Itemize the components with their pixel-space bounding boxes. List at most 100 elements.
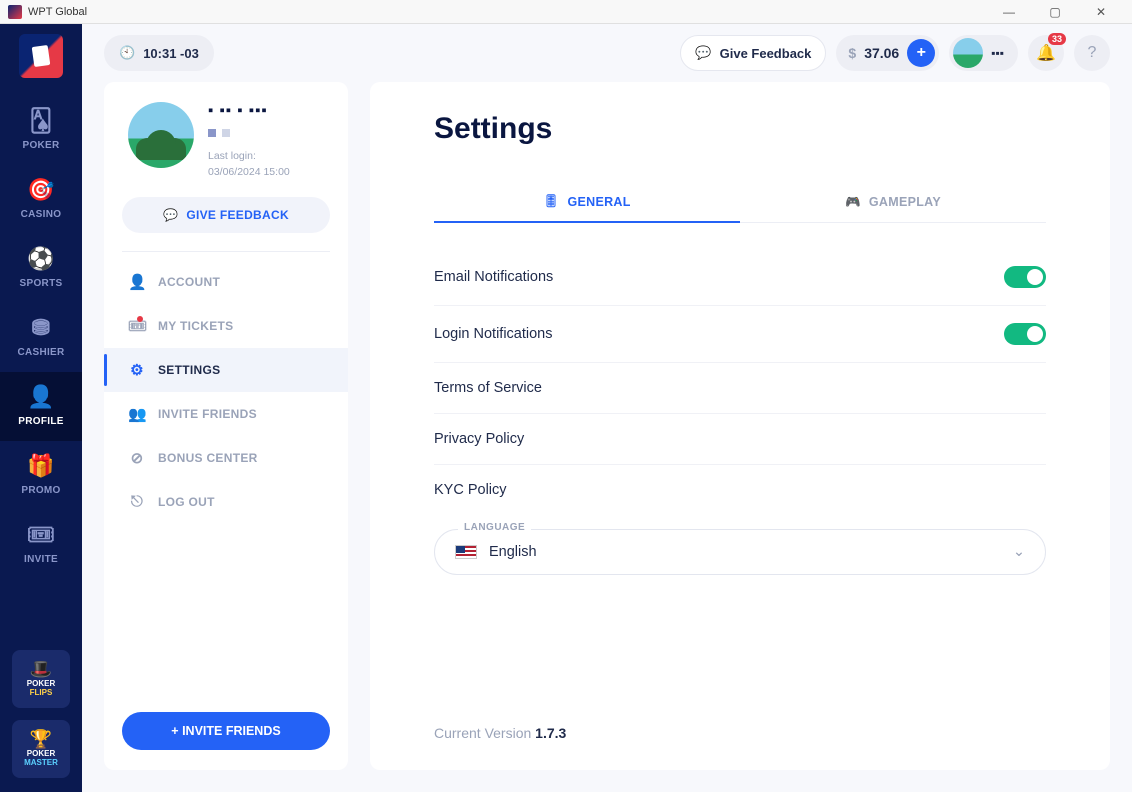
- logout-icon: ⎋: [128, 493, 146, 510]
- dollar-icon: $: [848, 45, 856, 61]
- dot[interactable]: [222, 129, 230, 137]
- menu-account[interactable]: 👤 ACCOUNT: [104, 260, 348, 304]
- chip-icon: 🎯: [0, 177, 82, 203]
- dot[interactable]: [208, 129, 216, 137]
- nav-profile[interactable]: 👤 PROFILE: [0, 372, 82, 441]
- nav-cashier[interactable]: ⛃ CASHIER: [0, 303, 82, 372]
- nav-poker[interactable]: 🂡 POKER: [0, 96, 82, 165]
- row-login-notifications: Login Notifications: [434, 306, 1046, 363]
- setting-label: KYC Policy: [434, 482, 507, 498]
- user-icon: 👤: [0, 384, 82, 410]
- user-name: ▪▪▪: [991, 46, 1004, 60]
- nav-label: PROFILE: [18, 416, 63, 427]
- help-icon: ?: [1088, 44, 1097, 62]
- add-funds-button[interactable]: +: [907, 39, 935, 67]
- menu-log-out[interactable]: ⎋ LOG OUT: [104, 480, 348, 524]
- maximize-button[interactable]: ▢: [1032, 0, 1078, 24]
- topbar: 🕙 10:31 -03 💬 Give Feedback $ 37.06 + ▪▪…: [82, 24, 1132, 82]
- row-email-notifications: Email Notifications: [434, 249, 1046, 306]
- wallet-icon: ⛃: [0, 315, 82, 341]
- balance-amount: 37.06: [864, 45, 899, 61]
- gear-icon: ⚙: [128, 361, 146, 379]
- user-icon: 👤: [128, 273, 146, 291]
- nav-label: POKER: [22, 140, 59, 151]
- clock-pill: 🕙 10:31 -03: [104, 35, 214, 71]
- row-terms-of-service[interactable]: Terms of Service: [434, 363, 1046, 414]
- nav-sports[interactable]: ⚽ SPORTS: [0, 234, 82, 303]
- window-title: WPT Global: [28, 6, 986, 18]
- avatar-icon: [953, 38, 983, 68]
- page-title: Settings: [434, 112, 1046, 146]
- ball-icon: ⚽: [0, 246, 82, 272]
- flag-us-icon: [455, 545, 477, 559]
- nav-label: PROMO: [21, 485, 60, 496]
- nav-promo[interactable]: 🎁 PROMO: [0, 441, 82, 510]
- give-feedback-side-button[interactable]: 💬 GIVE FEEDBACK: [122, 197, 330, 233]
- app-logo-icon: [8, 5, 22, 19]
- close-button[interactable]: ✕: [1078, 0, 1124, 24]
- nav-casino[interactable]: 🎯 CASINO: [0, 165, 82, 234]
- tab-gameplay[interactable]: 🎮 GAMEPLAY: [740, 182, 1046, 222]
- notif-badge: 33: [1048, 33, 1066, 45]
- row-privacy-policy[interactable]: Privacy Policy: [434, 414, 1046, 465]
- chat-icon: 💬: [163, 208, 178, 222]
- invite-friends-button[interactable]: + INVITE FRIENDS: [122, 712, 330, 750]
- sliders-icon: 🎚: [543, 194, 559, 209]
- balance-pill[interactable]: $ 37.06 +: [836, 35, 939, 71]
- language-label: LANGUAGE: [458, 522, 531, 533]
- left-nav: 🂡 POKER 🎯 CASINO ⚽ SPORTS ⛃ CASHIER 👤 PR…: [0, 24, 82, 792]
- gift-icon: 🎁: [0, 453, 82, 479]
- menu-my-tickets[interactable]: 🎟 MY TICKETS: [104, 304, 348, 348]
- language-select[interactable]: English ⌄: [434, 529, 1046, 575]
- carousel-dots[interactable]: [208, 129, 290, 137]
- feedback-label: Give Feedback: [720, 46, 812, 61]
- trophy-icon: 🏆: [30, 730, 52, 750]
- bonus-icon: ⊘: [128, 449, 146, 467]
- language-field: LANGUAGE English ⌄: [434, 529, 1046, 575]
- gamepad-icon: 🎮: [845, 195, 861, 210]
- chat-icon: 💬: [695, 45, 711, 61]
- version-text: Current Version 1.7.3: [434, 725, 1046, 741]
- row-kyc-policy[interactable]: KYC Policy: [434, 465, 1046, 515]
- settings-tabs: 🎚 GENERAL 🎮 GAMEPLAY: [434, 182, 1046, 223]
- divider: [122, 251, 330, 252]
- profile-username: ▪ ▪▪ ▪ ▪▪▪: [208, 102, 290, 119]
- poker-master-card[interactable]: 🏆 POKER MASTER: [12, 720, 70, 778]
- setting-label: Terms of Service: [434, 380, 542, 396]
- chevron-down-icon: ⌄: [1013, 544, 1025, 560]
- avatar: [128, 102, 194, 168]
- cards-icon: 🂡: [0, 108, 82, 134]
- setting-label: Login Notifications: [434, 326, 553, 342]
- setting-label: Privacy Policy: [434, 431, 524, 447]
- setting-label: Email Notifications: [434, 269, 553, 285]
- settings-panel: Settings 🎚 GENERAL 🎮 GAMEPLAY Email Noti…: [370, 82, 1110, 770]
- poker-flips-card[interactable]: 🎩 POKER FLIPS: [12, 650, 70, 708]
- people-icon: 👥: [128, 405, 146, 423]
- tab-general[interactable]: 🎚 GENERAL: [434, 182, 740, 223]
- hat-icon: 🎩: [30, 660, 52, 680]
- bell-icon: 🔔: [1036, 43, 1056, 63]
- nav-label: CASHIER: [17, 347, 64, 358]
- notifications-button[interactable]: 🔔 33: [1028, 35, 1064, 71]
- ticket-icon: 🎟: [0, 522, 82, 548]
- minimize-button[interactable]: —: [986, 0, 1032, 24]
- window-titlebar: WPT Global — ▢ ✕: [0, 0, 1132, 24]
- alert-dot-icon: [137, 316, 143, 322]
- language-value: English: [489, 544, 537, 560]
- nav-invite[interactable]: 🎟 INVITE: [0, 510, 82, 579]
- clock-icon: 🕙: [119, 45, 135, 61]
- toggle-login-notifications[interactable]: [1004, 323, 1046, 345]
- last-login: Last login: 03/06/2024 15:00: [208, 149, 290, 181]
- user-pill[interactable]: ▪▪▪: [949, 35, 1018, 71]
- nav-label: SPORTS: [20, 278, 63, 289]
- menu-invite-friends[interactable]: 👥 INVITE FRIENDS: [104, 392, 348, 436]
- nav-label: INVITE: [24, 554, 58, 565]
- help-button[interactable]: ?: [1074, 35, 1110, 71]
- menu-bonus-center[interactable]: ⊘ BONUS CENTER: [104, 436, 348, 480]
- nav-label: CASINO: [21, 209, 62, 220]
- give-feedback-button[interactable]: 💬 Give Feedback: [680, 35, 826, 71]
- brand-logo[interactable]: [19, 34, 63, 78]
- toggle-email-notifications[interactable]: [1004, 266, 1046, 288]
- menu-settings[interactable]: ⚙ SETTINGS: [104, 348, 348, 392]
- profile-sidebar: ▪ ▪▪ ▪ ▪▪▪ Last login: 03/06/2024 15:00 …: [104, 82, 348, 770]
